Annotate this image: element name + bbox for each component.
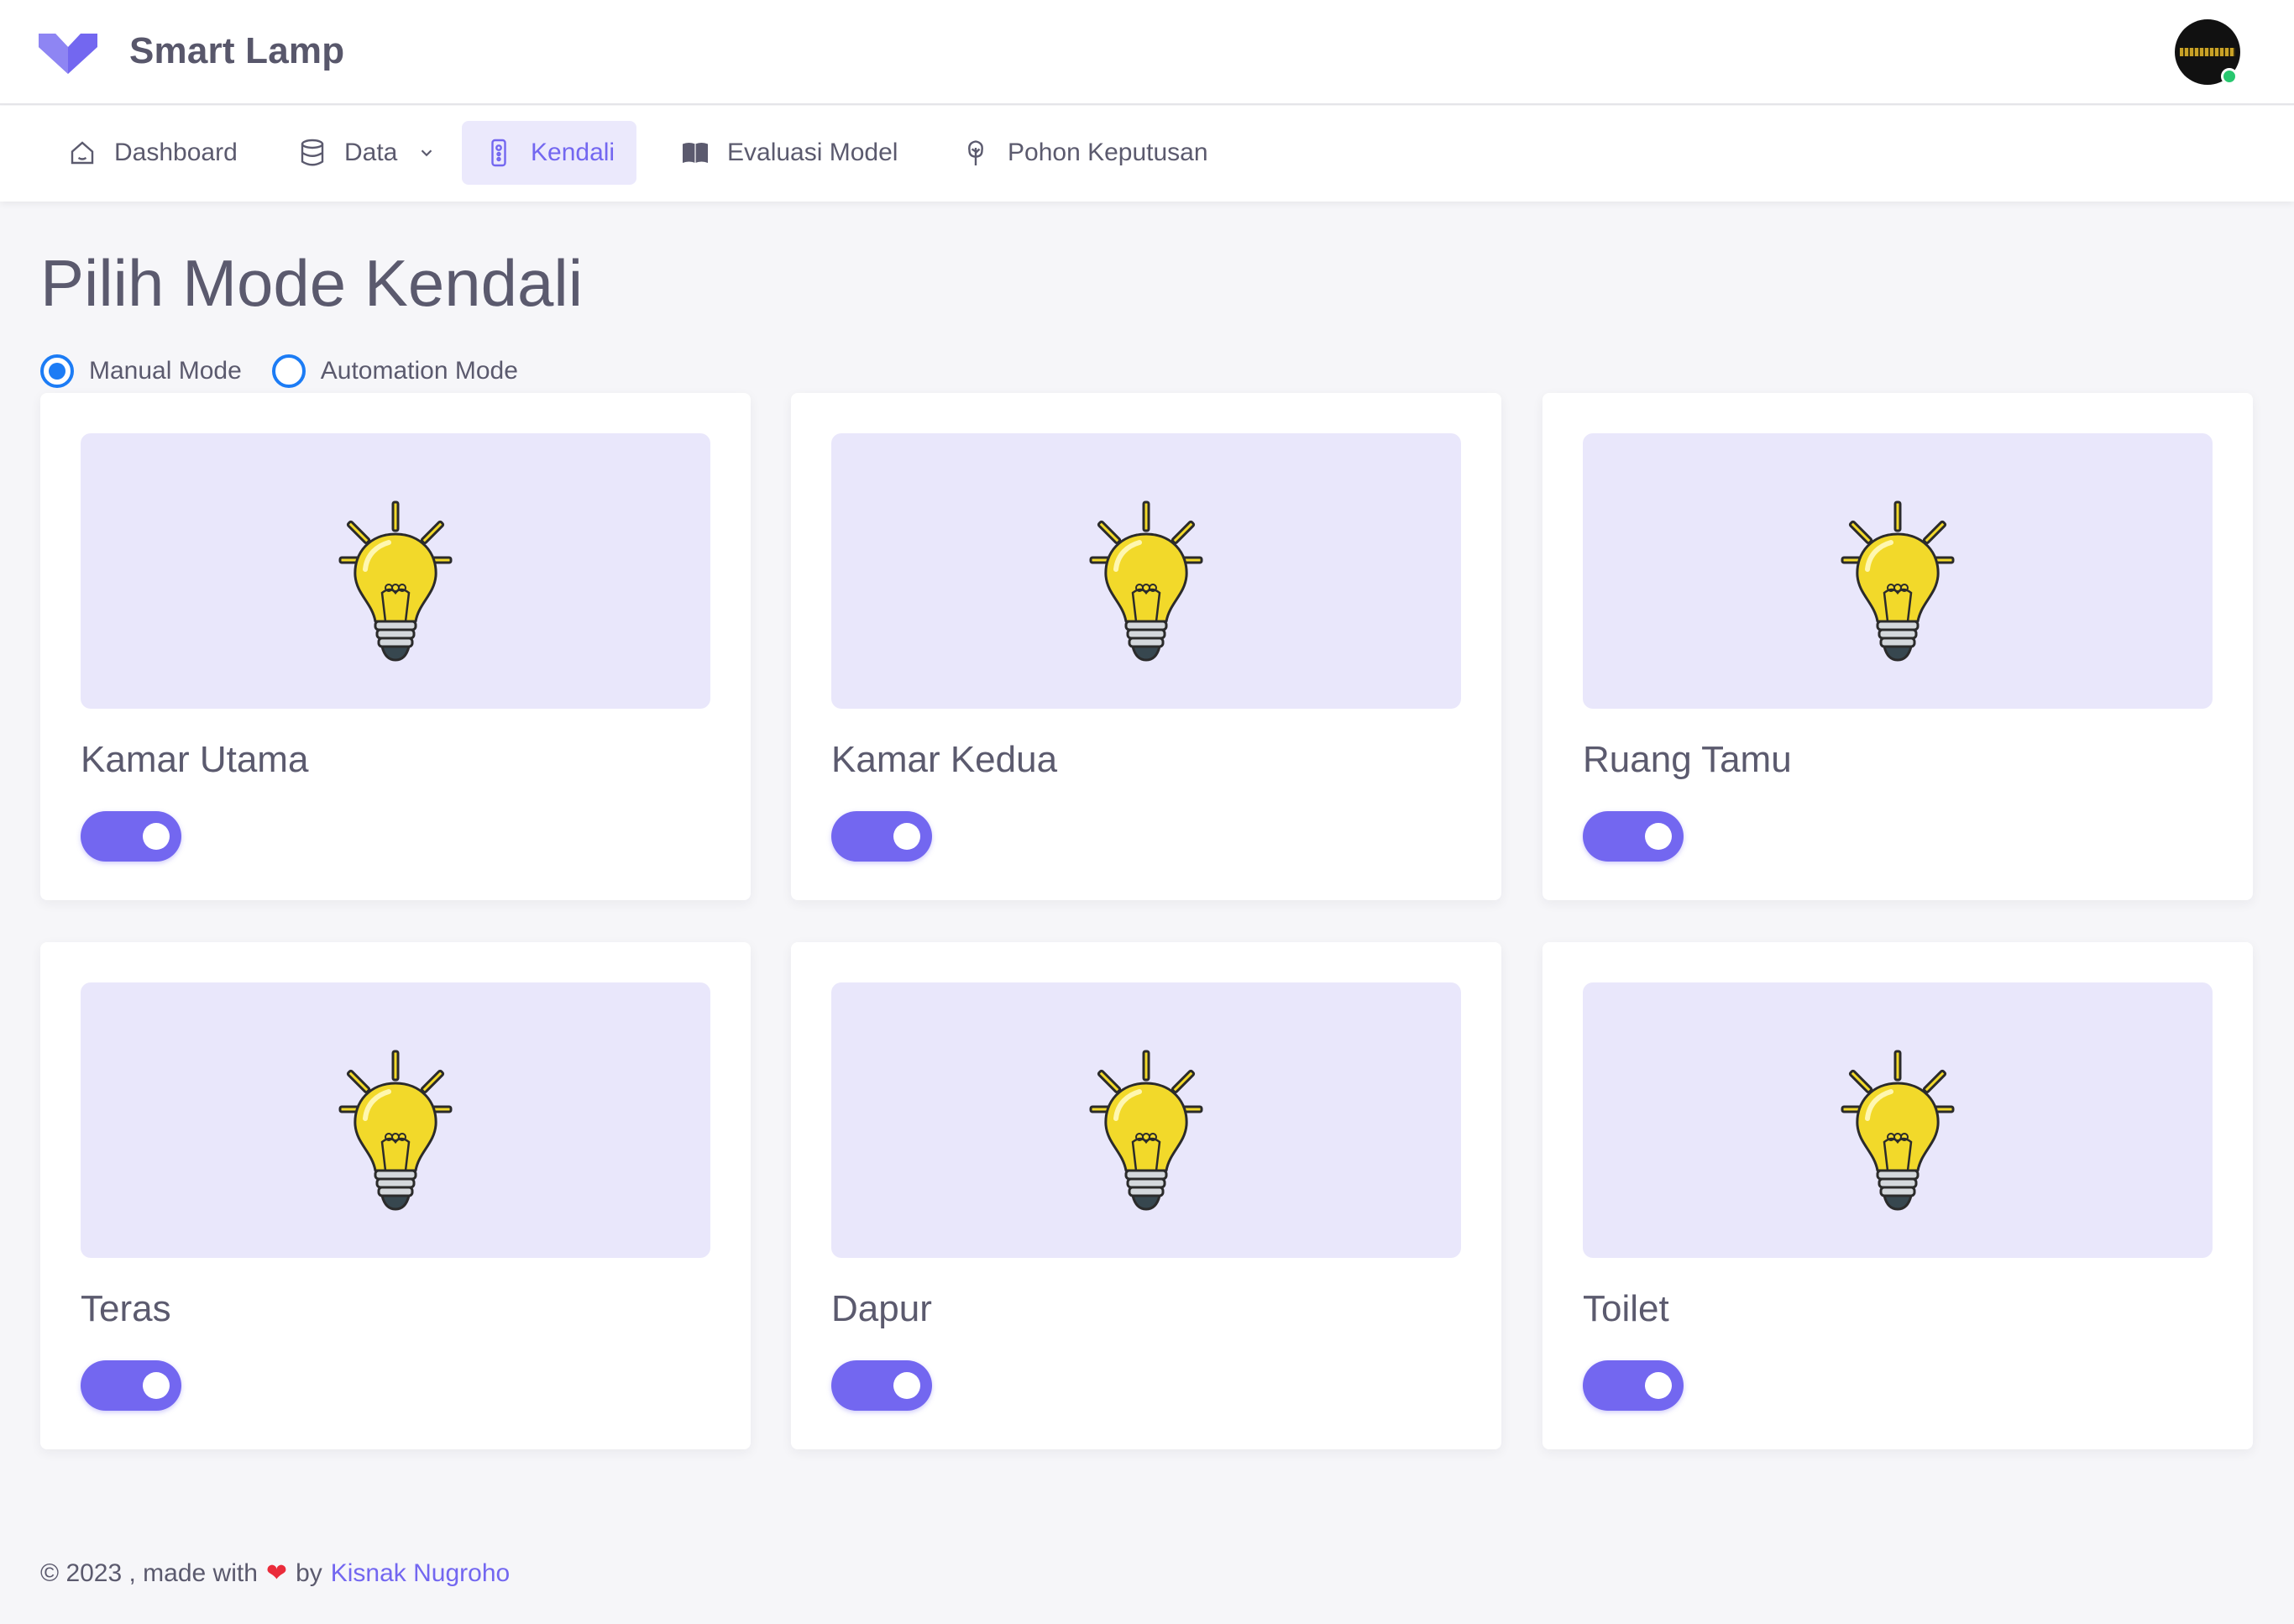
lamp-toggle-switch[interactable] bbox=[1583, 811, 1684, 862]
nav-kendali[interactable]: Kendali bbox=[462, 121, 637, 185]
lamp-toggle-switch[interactable] bbox=[831, 1360, 932, 1411]
book-icon bbox=[683, 143, 708, 163]
toggle-knob bbox=[893, 823, 920, 850]
radio-button-checked[interactable] bbox=[40, 354, 74, 388]
light-bulb-icon bbox=[1841, 500, 1955, 662]
top-bar: Smart Lamp bbox=[0, 0, 2294, 105]
room-name: Teras bbox=[81, 1288, 171, 1329]
lamp-image bbox=[81, 433, 710, 709]
nav-dashboard-label: Dashboard bbox=[114, 139, 238, 166]
chevron-down-icon bbox=[422, 149, 432, 157]
mode-selector: Manual Mode Automation Mode bbox=[40, 354, 518, 388]
logo-icon[interactable] bbox=[37, 29, 99, 76]
light-bulb-icon bbox=[1089, 1050, 1203, 1211]
lamp-image bbox=[1583, 433, 2213, 709]
lamp-toggle-switch[interactable] bbox=[831, 811, 932, 862]
room-card: Dapur bbox=[791, 942, 1501, 1449]
lamp-image bbox=[831, 982, 1461, 1258]
room-card: Ruang Tamu bbox=[1542, 393, 2253, 900]
home-icon bbox=[71, 141, 94, 165]
room-card: Teras bbox=[40, 942, 751, 1449]
author-link[interactable]: Kisnak Nugroho bbox=[331, 1559, 510, 1588]
radio-button-unchecked[interactable] bbox=[271, 354, 306, 388]
toggle-knob bbox=[893, 1372, 920, 1399]
lamp-toggle-switch[interactable] bbox=[81, 811, 181, 862]
radio-automation-mode[interactable]: Automation Mode bbox=[271, 354, 518, 388]
room-card: Kamar Utama bbox=[40, 393, 751, 900]
footer-text: © 2023 , made with bbox=[40, 1559, 258, 1587]
nav-pohon-keputusan-label: Pohon Keputusan bbox=[1008, 139, 1208, 166]
online-status-dot bbox=[2221, 68, 2238, 85]
toggle-knob bbox=[1645, 1372, 1672, 1399]
room-name: Kamar Utama bbox=[81, 739, 309, 780]
main-nav: Dashboard Data Kendali Evaluasi Model Po… bbox=[0, 106, 2294, 202]
toggle-knob bbox=[143, 1372, 170, 1399]
page-title: Pilih Mode Kendali bbox=[40, 246, 584, 320]
nav-kendali-label: Kendali bbox=[531, 139, 615, 166]
radio-automation-mode-label: Automation Mode bbox=[320, 357, 518, 385]
lamp-toggle-switch[interactable] bbox=[81, 1360, 181, 1411]
nav-dashboard[interactable]: Dashboard bbox=[45, 121, 259, 185]
light-bulb-icon bbox=[338, 1050, 453, 1211]
room-card: Kamar Kedua bbox=[791, 393, 1501, 900]
toggle-knob bbox=[1645, 823, 1672, 850]
light-bulb-icon bbox=[1841, 1050, 1955, 1211]
lamp-toggle-switch[interactable] bbox=[1583, 1360, 1684, 1411]
room-name: Toilet bbox=[1583, 1288, 1669, 1329]
nav-data-label: Data bbox=[344, 139, 398, 166]
nav-evaluasi-model[interactable]: Evaluasi Model bbox=[658, 121, 919, 185]
room-card: Toilet bbox=[1542, 942, 2253, 1449]
heart-icon: ❤ bbox=[265, 1559, 288, 1587]
nav-data[interactable]: Data bbox=[275, 121, 458, 185]
radio-manual-mode-label: Manual Mode bbox=[89, 357, 242, 385]
radio-manual-mode[interactable]: Manual Mode bbox=[40, 354, 242, 388]
footer: © 2023 , made with ❤ by Kisnak Nugroho bbox=[40, 1559, 510, 1588]
light-bulb-icon bbox=[338, 500, 453, 662]
room-name: Ruang Tamu bbox=[1583, 739, 1792, 780]
remote-icon bbox=[491, 139, 506, 167]
footer-by: by bbox=[296, 1559, 322, 1587]
nav-evaluasi-model-label: Evaluasi Model bbox=[727, 139, 898, 166]
nav-pohon-keputusan[interactable]: Pohon Keputusan bbox=[939, 121, 1230, 185]
lamp-image bbox=[831, 433, 1461, 709]
light-bulb-icon bbox=[1089, 500, 1203, 662]
room-name: Kamar Kedua bbox=[831, 739, 1058, 780]
app-name: Smart Lamp bbox=[129, 30, 345, 71]
lamp-image bbox=[1583, 982, 2213, 1258]
lamp-image bbox=[81, 982, 710, 1258]
tree-icon bbox=[968, 140, 983, 165]
room-name: Dapur bbox=[831, 1288, 932, 1329]
toggle-knob bbox=[143, 823, 170, 850]
database-icon bbox=[301, 139, 324, 166]
